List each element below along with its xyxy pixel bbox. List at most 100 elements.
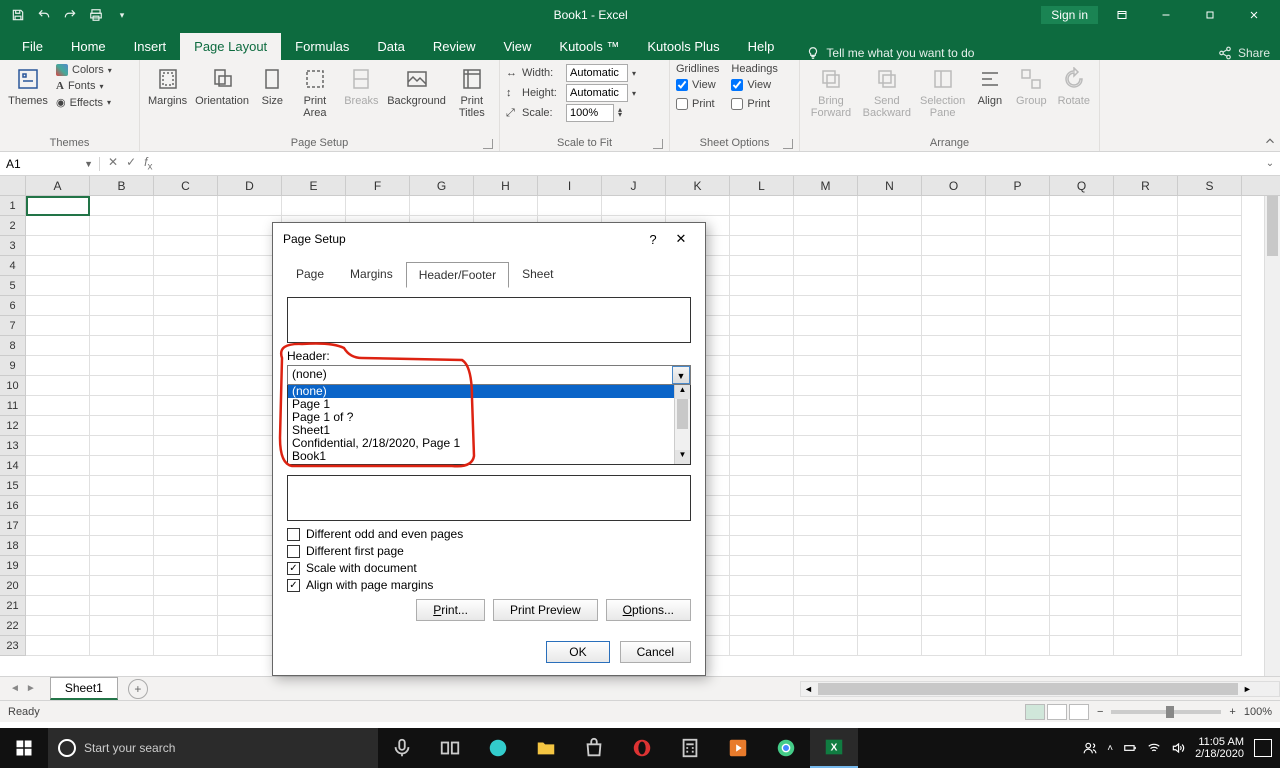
row-header[interactable]: 8 — [0, 336, 26, 356]
cell[interactable] — [90, 316, 154, 336]
cell[interactable] — [1050, 576, 1114, 596]
media-player-icon[interactable] — [714, 728, 762, 768]
cell[interactable] — [26, 236, 90, 256]
cell[interactable] — [858, 396, 922, 416]
list-item[interactable]: Book1 — [288, 450, 690, 463]
cell[interactable] — [90, 476, 154, 496]
cell[interactable] — [730, 536, 794, 556]
cell[interactable] — [26, 616, 90, 636]
cell[interactable] — [1114, 396, 1178, 416]
cell[interactable] — [986, 356, 1050, 376]
cell[interactable] — [602, 196, 666, 216]
cell[interactable] — [794, 596, 858, 616]
cell[interactable] — [922, 316, 986, 336]
row-header[interactable]: 9 — [0, 356, 26, 376]
cell[interactable] — [1178, 496, 1242, 516]
cell[interactable] — [90, 296, 154, 316]
cell[interactable] — [1114, 336, 1178, 356]
effects-button[interactable]: ◉Effects▾ — [54, 95, 114, 110]
cell[interactable] — [794, 536, 858, 556]
cell[interactable] — [858, 576, 922, 596]
column-header[interactable]: Q — [1050, 176, 1114, 195]
cell[interactable] — [1178, 276, 1242, 296]
cell[interactable] — [154, 216, 218, 236]
cell[interactable] — [26, 256, 90, 276]
row-header[interactable]: 15 — [0, 476, 26, 496]
cell[interactable] — [26, 556, 90, 576]
cell[interactable] — [154, 516, 218, 536]
list-item[interactable]: Confidential, 2/18/2020, Page 1 — [288, 437, 690, 450]
cell[interactable] — [90, 616, 154, 636]
list-item[interactable]: Page 1 of ? — [288, 411, 690, 424]
cell[interactable] — [1178, 356, 1242, 376]
cell[interactable] — [986, 196, 1050, 216]
cell[interactable] — [858, 616, 922, 636]
cell[interactable] — [730, 636, 794, 656]
page-break-view-button[interactable] — [1069, 704, 1089, 720]
cell[interactable] — [794, 616, 858, 636]
cell[interactable] — [154, 356, 218, 376]
column-header[interactable]: M — [794, 176, 858, 195]
cell[interactable] — [1178, 216, 1242, 236]
cell[interactable] — [26, 296, 90, 316]
cell[interactable] — [1050, 476, 1114, 496]
gridlines-view-check[interactable]: View — [676, 76, 719, 94]
cell[interactable] — [858, 596, 922, 616]
breaks-button[interactable]: Breaks — [340, 63, 382, 121]
cell[interactable] — [26, 316, 90, 336]
cell[interactable] — [858, 476, 922, 496]
cell[interactable] — [794, 296, 858, 316]
minimize-button[interactable] — [1146, 1, 1186, 29]
cell[interactable] — [922, 496, 986, 516]
cell[interactable] — [26, 576, 90, 596]
page-layout-view-button[interactable] — [1047, 704, 1067, 720]
tab-kutools-plus[interactable]: Kutools Plus — [633, 33, 733, 60]
cell[interactable] — [1178, 236, 1242, 256]
cell[interactable] — [154, 196, 218, 216]
cell[interactable] — [858, 256, 922, 276]
cell[interactable] — [986, 456, 1050, 476]
cell[interactable] — [922, 196, 986, 216]
background-button[interactable]: Background — [387, 63, 447, 121]
cell[interactable] — [986, 576, 1050, 596]
cell[interactable] — [538, 196, 602, 216]
cell[interactable] — [154, 476, 218, 496]
cell[interactable] — [90, 256, 154, 276]
row-header[interactable]: 3 — [0, 236, 26, 256]
row-header[interactable]: 12 — [0, 416, 26, 436]
cell[interactable] — [474, 196, 538, 216]
dropdown-scrollbar[interactable]: ▲▼ — [674, 385, 690, 464]
cell[interactable] — [90, 536, 154, 556]
file-explorer-icon[interactable] — [522, 728, 570, 768]
cell[interactable] — [90, 416, 154, 436]
column-header[interactable]: J — [602, 176, 666, 195]
cell[interactable] — [986, 276, 1050, 296]
row-header[interactable]: 11 — [0, 396, 26, 416]
horizontal-scrollbar[interactable]: ◄► — [800, 681, 1280, 697]
column-header[interactable]: O — [922, 176, 986, 195]
cell[interactable] — [922, 336, 986, 356]
sign-in-button[interactable]: Sign in — [1041, 6, 1098, 24]
row-header[interactable]: 6 — [0, 296, 26, 316]
cell[interactable] — [794, 636, 858, 656]
cell[interactable] — [922, 396, 986, 416]
cell[interactable] — [154, 596, 218, 616]
column-header[interactable]: C — [154, 176, 218, 195]
cell[interactable] — [1114, 576, 1178, 596]
cell[interactable] — [282, 196, 346, 216]
cell[interactable] — [1114, 356, 1178, 376]
opera-icon[interactable] — [618, 728, 666, 768]
cell[interactable] — [986, 336, 1050, 356]
cell[interactable] — [1178, 316, 1242, 336]
cell[interactable] — [794, 396, 858, 416]
column-header[interactable]: L — [730, 176, 794, 195]
cell[interactable] — [858, 316, 922, 336]
colors-button[interactable]: Colors▾ — [54, 63, 114, 77]
cell[interactable] — [154, 436, 218, 456]
cell[interactable] — [1178, 436, 1242, 456]
cell[interactable] — [90, 336, 154, 356]
new-sheet-button[interactable]: + — [128, 679, 148, 699]
check-first-page[interactable]: Different first page — [287, 544, 691, 558]
cell[interactable] — [730, 576, 794, 596]
cell[interactable] — [1178, 516, 1242, 536]
